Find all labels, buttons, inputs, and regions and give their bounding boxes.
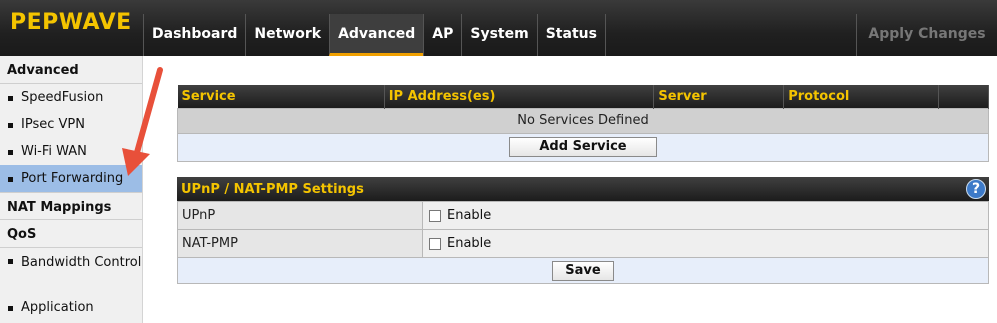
- column-service: Service: [177, 85, 385, 108]
- pepwave-logo[interactable]: PEPWAVE: [10, 10, 132, 35]
- bullet-icon: [8, 259, 13, 264]
- upnp-settings-panel: UPnP / NAT-PMP Settings ? UPnP Enable NA…: [177, 177, 989, 284]
- upnp-section-header: UPnP / NAT-PMP Settings ?: [177, 177, 989, 201]
- column-protocol: Protocol: [783, 85, 940, 108]
- no-services-message: No Services Defined: [177, 107, 989, 134]
- upnp-label: UPnP: [177, 201, 423, 230]
- services-table-header: Service IP Address(es) Server Protocol: [177, 85, 989, 108]
- tab-ap[interactable]: AP: [423, 14, 461, 56]
- column-actions: [938, 85, 989, 108]
- sidebar-item-label: IPsec VPN: [21, 117, 85, 132]
- upnp-section-title: UPnP / NAT-PMP Settings: [181, 182, 364, 197]
- help-icon[interactable]: ?: [966, 179, 986, 199]
- tab-dashboard[interactable]: Dashboard: [143, 14, 245, 56]
- nat-pmp-enable-checkbox[interactable]: [429, 237, 441, 250]
- bullet-icon: [8, 306, 13, 311]
- sidebar-item-bandwidth-control[interactable]: Bandwidth Control: [0, 248, 142, 294]
- bullet-icon: [8, 177, 13, 182]
- sidebar-item-application[interactable]: Application: [0, 294, 142, 321]
- main-nav: Dashboard Network Advanced AP System Sta…: [143, 14, 606, 56]
- services-table: Service IP Address(es) Server Protocol N…: [177, 85, 989, 162]
- upnp-row: UPnP Enable: [177, 201, 989, 230]
- nat-pmp-row: NAT-PMP Enable: [177, 229, 989, 258]
- nat-pmp-enable-label[interactable]: Enable: [447, 236, 491, 251]
- tab-network[interactable]: Network: [245, 14, 329, 56]
- column-server: Server: [653, 85, 785, 108]
- bullet-icon: [8, 123, 13, 128]
- upnp-enable-checkbox[interactable]: [429, 209, 441, 222]
- sidebar-header-qos[interactable]: QoS: [0, 220, 142, 248]
- bullet-icon: [8, 150, 13, 155]
- sidebar-header-nat-mappings[interactable]: NAT Mappings: [0, 192, 142, 220]
- add-service-button[interactable]: Add Service: [509, 137, 657, 157]
- top-bar: PEPWAVE Dashboard Network Advanced AP Sy…: [0, 0, 997, 56]
- apply-changes-button[interactable]: Apply Changes: [856, 14, 997, 56]
- tab-system[interactable]: System: [461, 14, 536, 56]
- services-panel: Service IP Address(es) Server Protocol N…: [177, 85, 989, 162]
- sidebar-item-label: Wi-Fi WAN: [21, 144, 87, 159]
- tab-status[interactable]: Status: [536, 14, 606, 56]
- tab-advanced[interactable]: Advanced: [329, 14, 424, 56]
- annotation-arrow-icon: [122, 67, 163, 176]
- sidebar-item-label: Bandwidth Control: [21, 255, 142, 270]
- sidebar-item-label: Port Forwarding: [21, 171, 124, 186]
- upnp-enable-label[interactable]: Enable: [447, 208, 491, 223]
- column-ip-addresses: IP Address(es): [384, 85, 655, 108]
- upnp-settings-table: UPnP Enable NAT-PMP Enable Save: [177, 201, 989, 284]
- bullet-icon: [8, 96, 13, 101]
- nat-pmp-label: NAT-PMP: [177, 229, 423, 258]
- save-button[interactable]: Save: [552, 260, 614, 281]
- sidebar-item-label: Application: [21, 300, 94, 315]
- sidebar-item-label: SpeedFusion: [21, 90, 104, 105]
